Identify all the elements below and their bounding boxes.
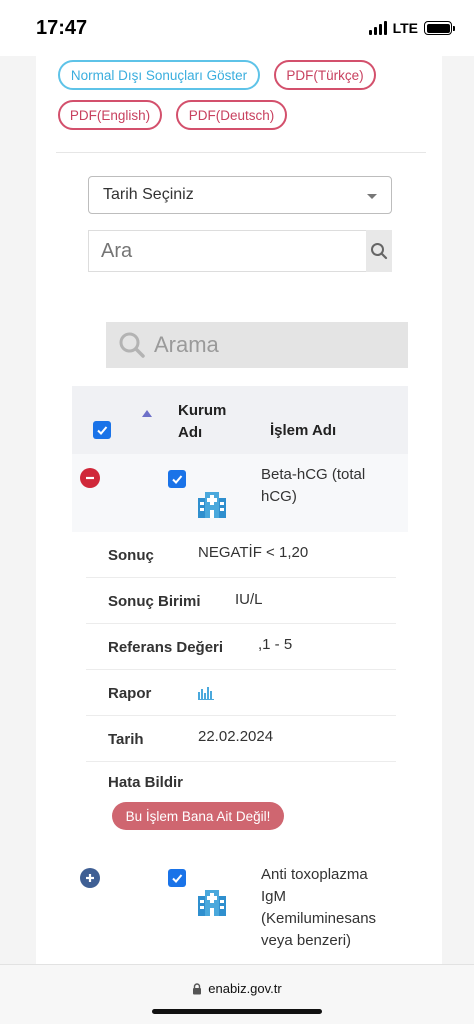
procedure-name-line1: Beta-hCG (total	[261, 466, 366, 483]
lock-icon	[193, 982, 202, 994]
date-select[interactable]: Tarih Seçiniz	[88, 176, 392, 214]
detail-unit: Sonuç Birimi IU/L	[86, 578, 396, 624]
unit-value: IU/L	[235, 591, 263, 608]
table-header: Kurum Adı İşlem Adı	[72, 386, 408, 454]
procedure-name-line4: veya benzeri)	[261, 932, 352, 949]
procedure-name[interactable]: Anti toxoplazma IgM (Kemiluminesans veya…	[261, 864, 376, 952]
detail-date: Tarih 22.02.2024	[86, 716, 396, 762]
error-report-label: Hata Bildir	[108, 774, 184, 791]
unit-label: Sonuç Birimi	[108, 593, 201, 610]
sort-ascending-icon[interactable]	[142, 410, 152, 417]
column-header-institution[interactable]: Kurum Adı	[178, 400, 226, 444]
result-value: NEGATİF < 1,20	[198, 544, 309, 561]
browser-address-bar[interactable]: enabiz.gov.tr	[0, 964, 474, 1024]
result-label: Sonuç	[108, 547, 154, 564]
search-icon	[371, 243, 388, 260]
date-value: 22.02.2024	[198, 728, 274, 745]
divider	[56, 152, 426, 153]
procedure-name-line2: IgM	[261, 888, 287, 905]
select-all-checkbox[interactable]	[93, 421, 111, 439]
search-icon	[119, 332, 145, 358]
caret-down-icon	[367, 194, 377, 199]
checkmark-icon	[172, 874, 183, 883]
not-my-procedure-button[interactable]: Bu İşlem Bana Ait Değil!	[112, 802, 284, 830]
procedure-name-line3: (Kemiluminesans	[261, 910, 377, 927]
search-input[interactable]	[88, 230, 366, 272]
pdf-turkish-button[interactable]: PDF(Türkçe)	[274, 60, 376, 90]
report-label: Rapor	[108, 685, 152, 702]
pdf-deutsch-button[interactable]: PDF(Deutsch)	[176, 100, 287, 130]
date-select-value: Tarih Seçiniz	[103, 186, 194, 203]
detail-reference: Referans Değeri ,1 - 5	[86, 624, 396, 670]
home-indicator[interactable]	[152, 1009, 322, 1014]
column-header-institution-line2: Adı	[178, 424, 203, 441]
procedure-name: Beta-hCG (total hCG)	[261, 464, 365, 508]
procedure-name-line2: hCG)	[261, 488, 297, 505]
hospital-icon	[198, 890, 226, 916]
search-button[interactable]	[366, 230, 392, 272]
table-search-placeholder: Arama	[154, 332, 219, 357]
hospital-icon	[198, 492, 226, 518]
detail-report: Rapor	[86, 670, 396, 716]
pdf-english-button[interactable]: PDF(English)	[58, 100, 162, 130]
collapse-row-icon[interactable]	[80, 468, 100, 488]
expand-row-icon[interactable]	[80, 868, 100, 888]
column-header-institution-line1: Kurum	[178, 402, 227, 419]
reference-label: Referans Değeri	[108, 639, 224, 656]
network-type: LTE	[392, 20, 418, 36]
battery-icon	[424, 21, 455, 35]
show-abnormal-button[interactable]: Normal Dışı Sonuçları Göster	[58, 60, 260, 90]
cellular-signal-icon	[368, 21, 387, 35]
page-content: Normal Dışı Sonuçları Göster PDF(Türkçe)…	[0, 56, 474, 964]
reference-value: ,1 - 5	[258, 636, 293, 653]
url-text: enabiz.gov.tr	[208, 981, 282, 996]
procedure-name-line1: Anti toxoplazma	[261, 866, 368, 883]
status-time: 17:47	[36, 17, 88, 39]
search-box	[88, 230, 392, 272]
checkmark-icon	[172, 475, 183, 484]
detail-result: Sonuç NEGATİF < 1,20	[86, 532, 396, 578]
table-search-input[interactable]: Arama	[106, 322, 408, 368]
date-label: Tarih	[108, 731, 144, 748]
status-bar: 17:47 LTE	[0, 0, 474, 56]
column-header-procedure[interactable]: İşlem Adı	[270, 422, 336, 439]
checkmark-icon	[97, 426, 108, 435]
table-row[interactable]: Beta-hCG (total hCG)	[72, 454, 408, 532]
row-checkbox[interactable]	[168, 869, 186, 887]
bar-chart-icon[interactable]	[198, 686, 214, 700]
row-checkbox[interactable]	[168, 470, 186, 488]
